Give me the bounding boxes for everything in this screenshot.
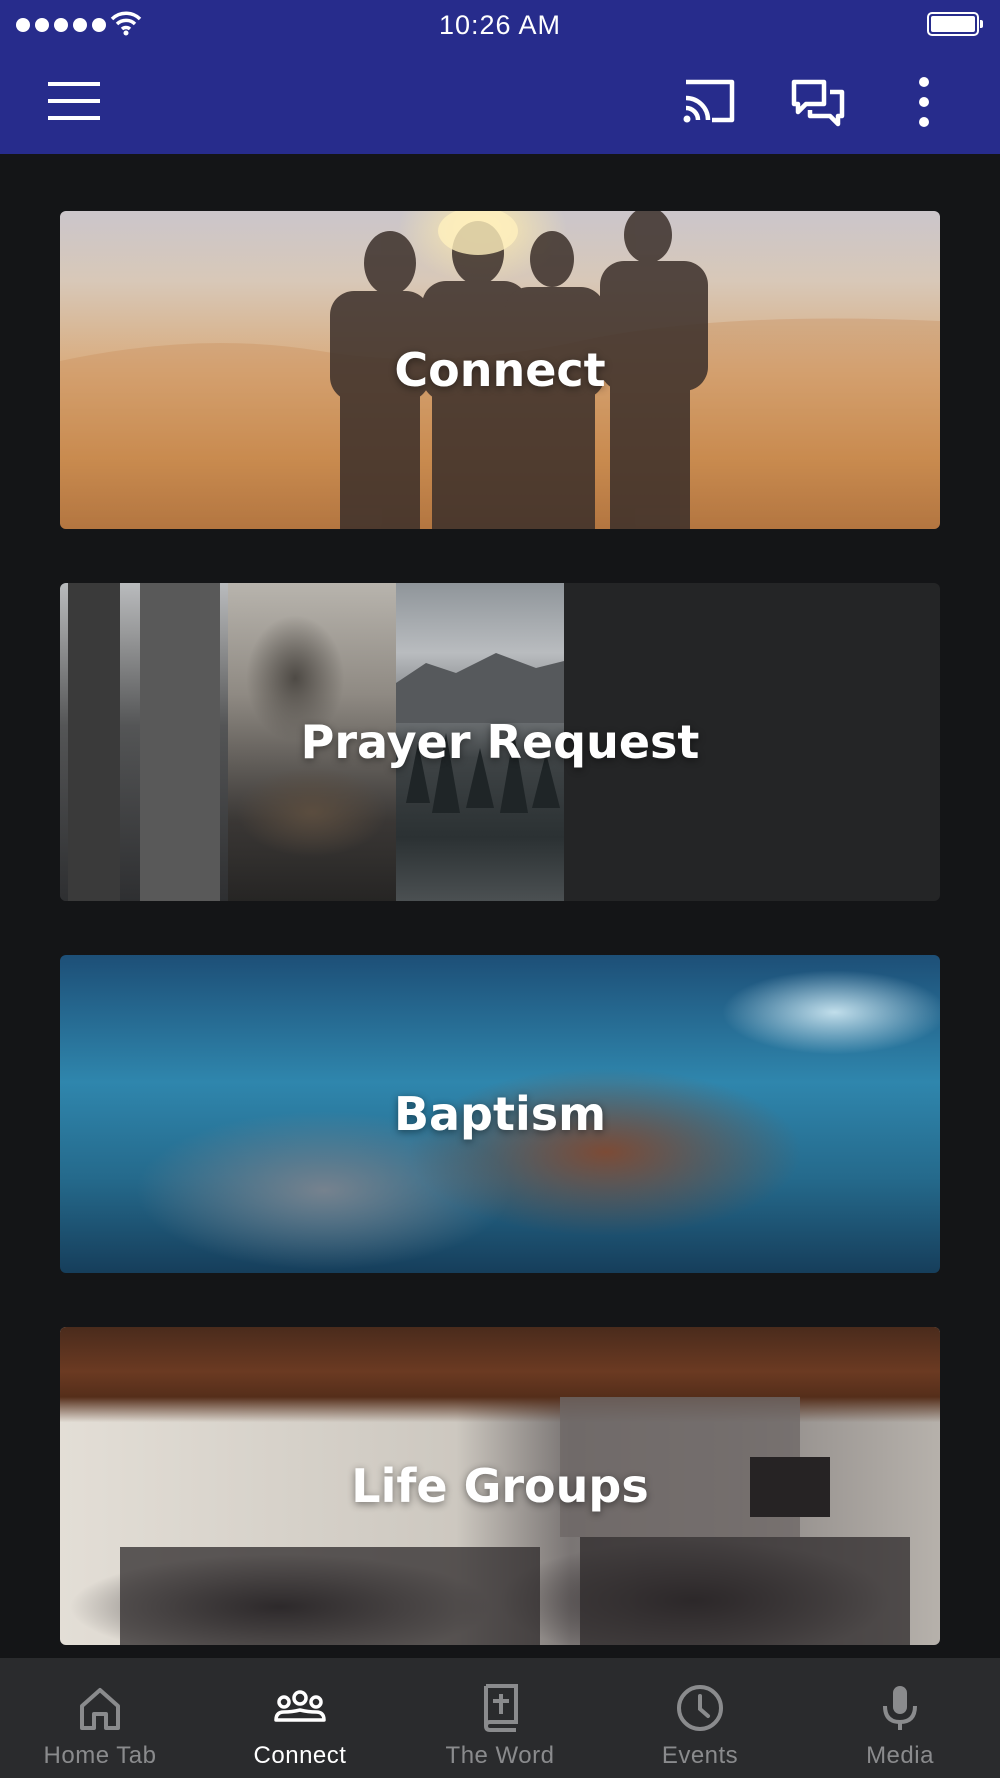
card-title-baptism: Baptism xyxy=(393,1087,607,1141)
microphone-icon xyxy=(883,1686,917,1730)
status-time: 10:26 AM xyxy=(438,10,562,40)
nav-label-events: Events xyxy=(661,1742,739,1769)
nav-label-connect: Connect xyxy=(253,1742,347,1769)
bible-icon xyxy=(483,1684,518,1732)
card-title-connect: Connect xyxy=(394,343,606,397)
bottom-navigation: Home Tab Connect The Word Events Media xyxy=(0,1658,1000,1778)
battery-icon xyxy=(927,12,983,36)
card-life-groups[interactable]: Life Groups xyxy=(60,1327,940,1645)
card-connect[interactable]: Connect xyxy=(60,211,940,529)
app-bar: 10:26 AM xyxy=(0,0,1000,154)
nav-label-the-word: The Word xyxy=(445,1742,555,1769)
content-list: Connect Prayer Request Baptism Life Grou… xyxy=(0,154,1000,1658)
home-icon xyxy=(80,1688,120,1730)
nav-label-media: Media xyxy=(866,1742,934,1769)
status-bar: 10:26 AM xyxy=(0,0,1000,50)
card-title-prayer-request: Prayer Request xyxy=(300,715,700,769)
nav-item-media[interactable]: Media xyxy=(800,1658,1000,1778)
nav-item-the-word[interactable]: The Word xyxy=(400,1658,600,1778)
clock-icon xyxy=(677,1685,723,1731)
people-icon xyxy=(274,1690,326,1722)
card-prayer-request[interactable]: Prayer Request xyxy=(60,583,940,901)
chat-icon[interactable] xyxy=(788,76,848,130)
more-options-icon[interactable] xyxy=(908,74,940,130)
nav-item-home-tab[interactable]: Home Tab xyxy=(0,1658,200,1778)
cast-icon[interactable] xyxy=(678,74,740,128)
hamburger-menu-icon[interactable] xyxy=(44,78,104,124)
card-title-life-groups: Life Groups xyxy=(351,1459,649,1513)
card-baptism[interactable]: Baptism xyxy=(60,955,940,1273)
nav-label-home-tab: Home Tab xyxy=(43,1742,157,1769)
nav-item-events[interactable]: Events xyxy=(600,1658,800,1778)
nav-item-connect[interactable]: Connect xyxy=(200,1658,400,1778)
